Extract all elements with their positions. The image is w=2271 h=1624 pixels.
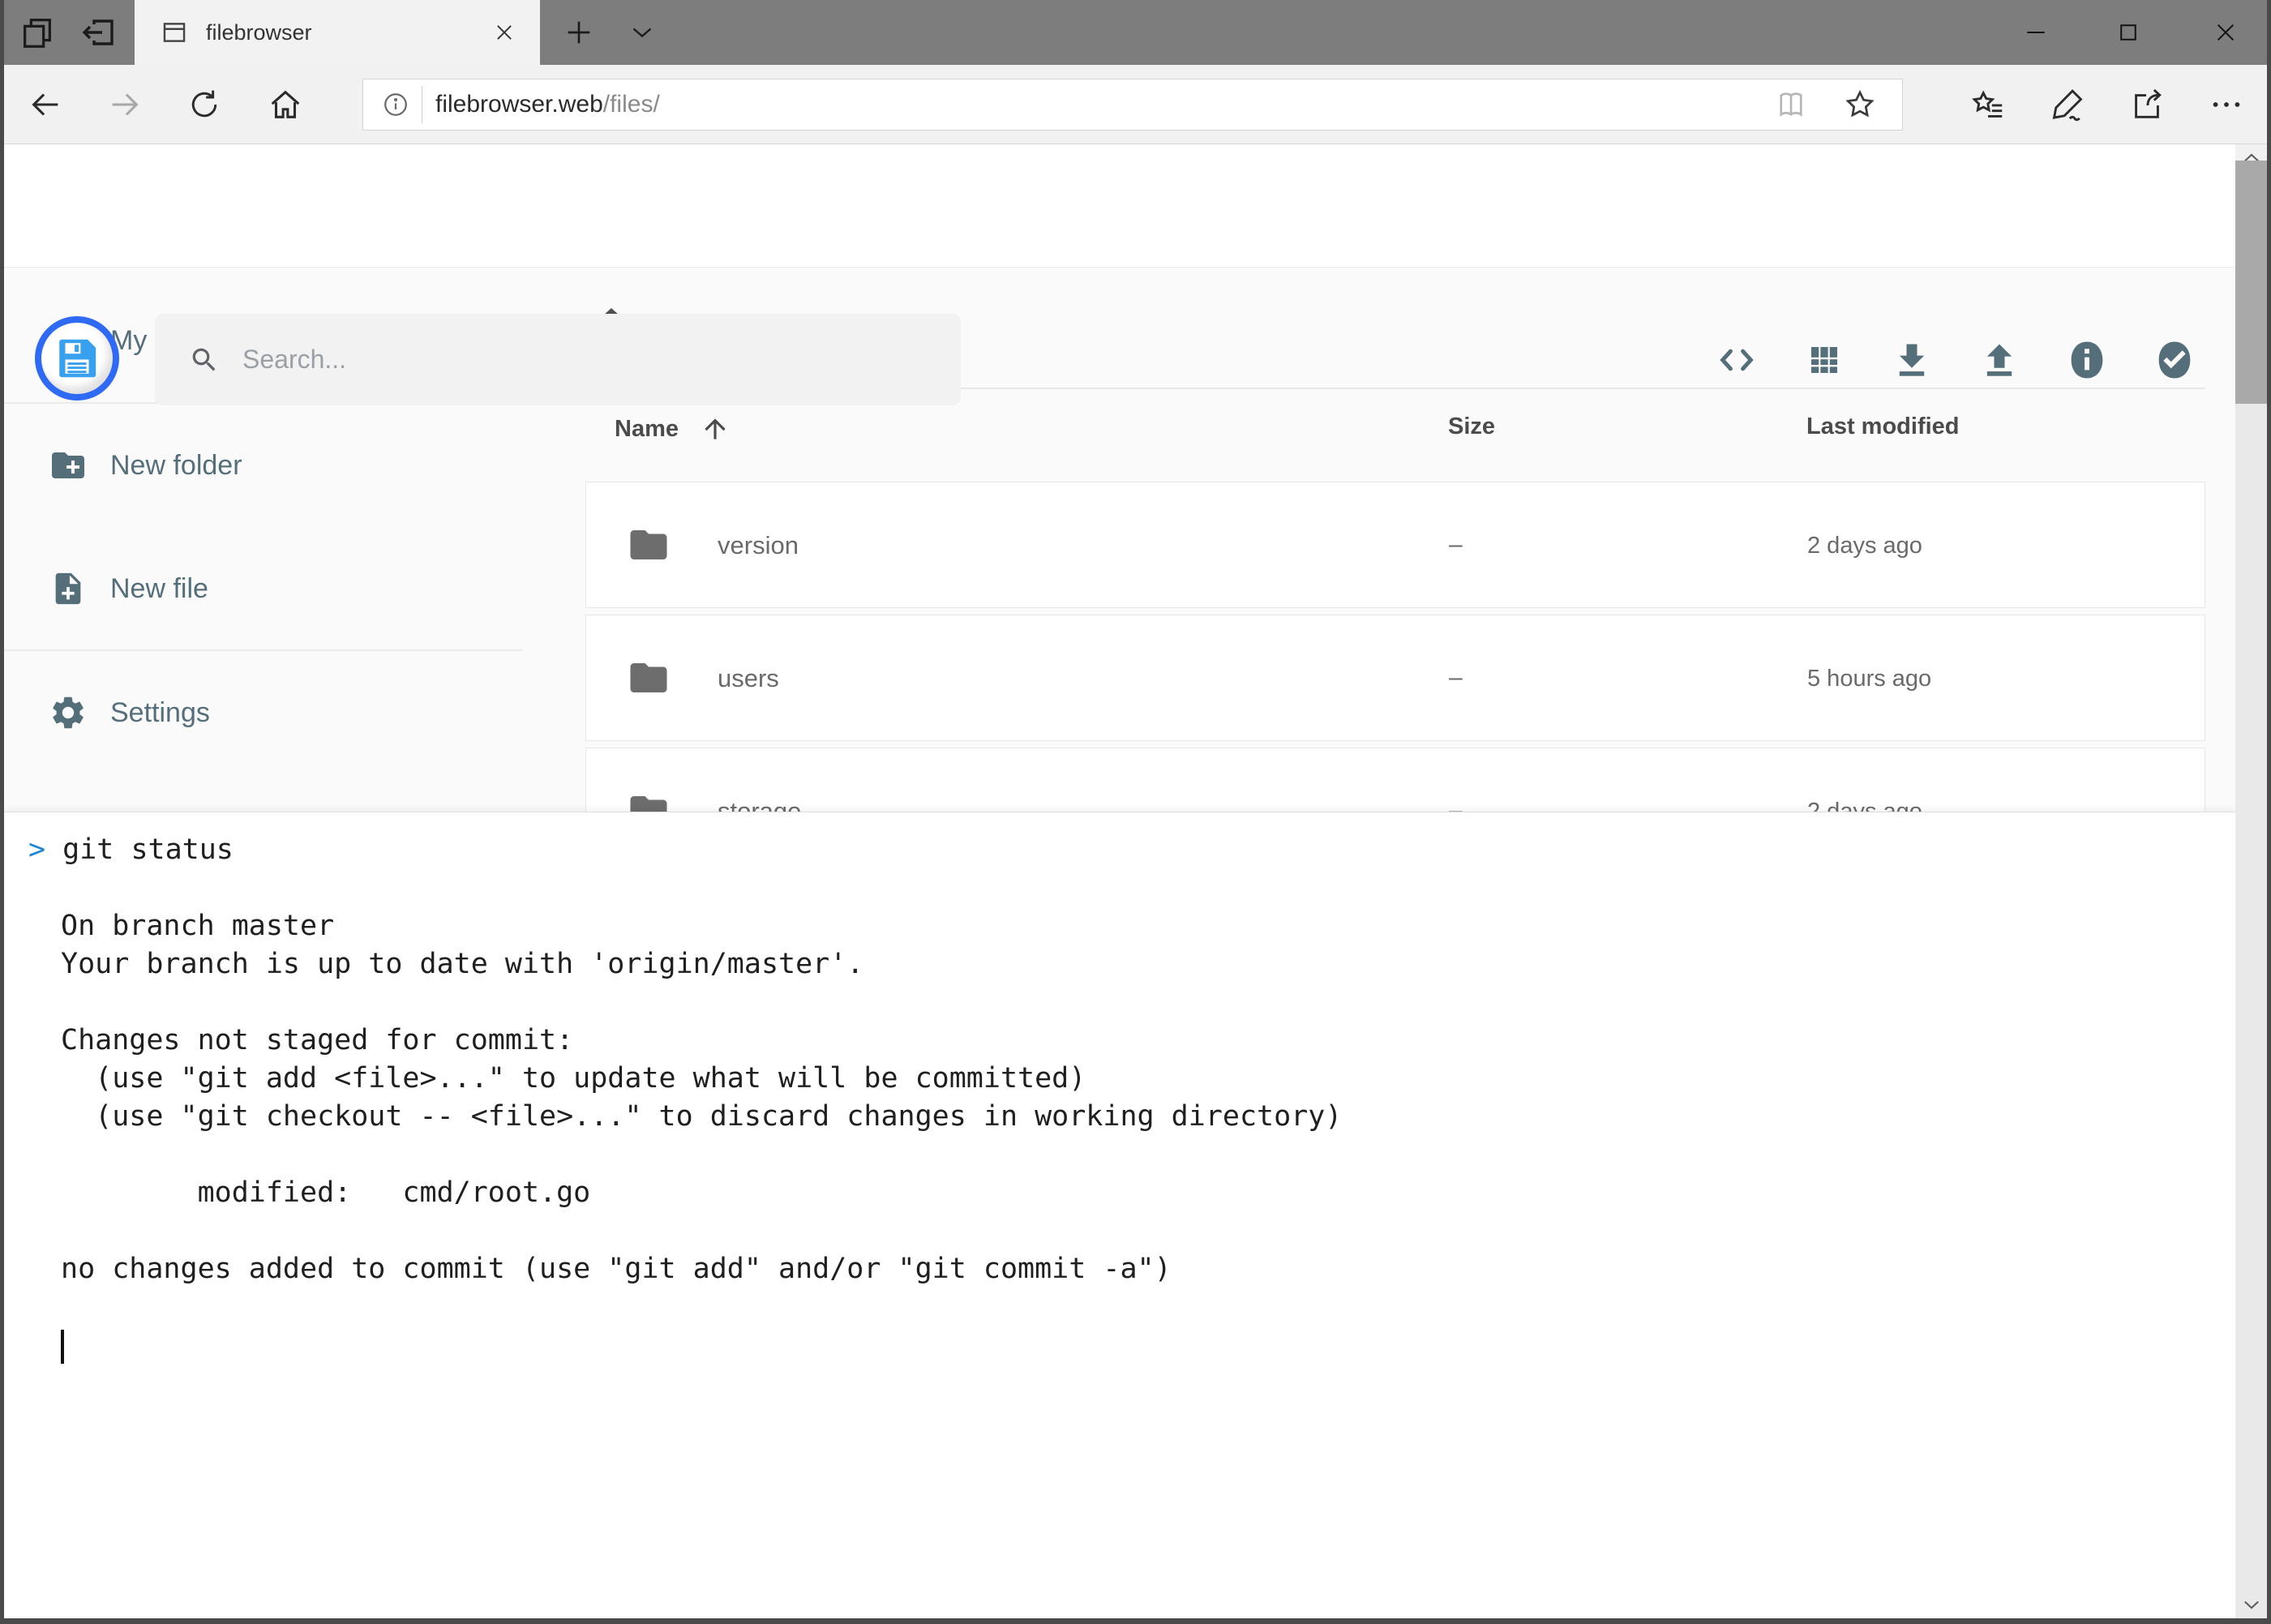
window-border-right <box>2267 0 2271 1624</box>
more-options-icon[interactable] <box>2189 65 2264 144</box>
file-name: users <box>718 664 779 693</box>
column-header-modified[interactable]: Last modified <box>1806 413 1960 440</box>
tab-close-icon[interactable] <box>493 21 516 44</box>
terminal-output-line <box>28 1212 2235 1250</box>
check-circle-icon[interactable] <box>2150 336 2199 384</box>
folder-icon <box>627 523 671 567</box>
scrollbar-thumb[interactable] <box>2235 161 2267 404</box>
folder-plus-icon <box>49 446 88 485</box>
code-icon[interactable] <box>1712 336 1761 384</box>
address-bar[interactable]: filebrowser.web/files/ <box>362 79 1903 131</box>
filebrowser-logo <box>35 316 119 401</box>
sidebar-item-label: Settings <box>110 697 210 729</box>
terminal-output-line <box>28 983 2235 1022</box>
home-icon[interactable] <box>248 65 323 144</box>
file-size: – <box>1449 531 1463 559</box>
search-icon <box>189 345 220 375</box>
set-tabs-aside-icon[interactable] <box>68 0 130 65</box>
sidebar-item-settings[interactable]: Settings <box>0 668 523 757</box>
scroll-down-icon[interactable] <box>2235 1591 2267 1618</box>
reading-view-icon[interactable] <box>1774 88 1808 122</box>
terminal-prompt-line: > git status <box>28 831 2235 869</box>
forward-icon[interactable] <box>88 65 162 144</box>
app-header <box>4 144 2235 268</box>
refresh-icon[interactable] <box>167 65 242 144</box>
sidebar-divider <box>3 649 523 651</box>
back-icon[interactable] <box>8 65 83 144</box>
tab-favicon-icon <box>161 19 188 46</box>
gear-icon <box>49 693 88 732</box>
window-border-bottom <box>0 1618 2271 1624</box>
prompt-chevron-icon: > <box>28 833 45 866</box>
terminal-output-line <box>28 869 2235 907</box>
terminal-output-line <box>28 1288 2235 1326</box>
file-name: version <box>718 531 799 560</box>
floppy-disk-icon <box>54 335 101 382</box>
url-host: filebrowser.web <box>435 91 603 118</box>
sidebar-item-label: New folder <box>110 450 242 482</box>
maximize-icon[interactable] <box>2094 0 2162 65</box>
folder-icon <box>627 656 671 700</box>
browser-window: filebrowser <box>0 0 2271 1624</box>
terminal-command: git status <box>62 833 234 866</box>
terminal-output-line: Your branch is up to date with 'origin/m… <box>28 945 2235 983</box>
sort-ascending-icon <box>700 413 731 444</box>
url-path: /files/ <box>603 91 660 118</box>
window-border-left <box>0 0 4 1624</box>
hub-icon[interactable] <box>1951 65 2025 144</box>
tab-list-icon[interactable] <box>611 0 673 65</box>
favorite-star-icon[interactable] <box>1842 87 1878 122</box>
share-icon[interactable] <box>2110 65 2184 144</box>
tab-bar: filebrowser <box>0 0 2271 65</box>
file-modified: 5 hours ago <box>1807 666 1931 692</box>
browser-tab[interactable]: filebrowser <box>135 0 540 65</box>
new-tab-icon[interactable] <box>548 0 610 65</box>
terminal-output-line: no changes added to commit (use "git add… <box>28 1250 2235 1288</box>
annotate-pen-icon[interactable] <box>2030 65 2105 144</box>
tab-title: filebrowser <box>206 20 493 45</box>
sidebar-item-new-file[interactable]: New file <box>0 544 523 633</box>
grid-view-icon[interactable] <box>1800 336 1849 384</box>
search-input[interactable] <box>242 345 891 375</box>
site-info-icon[interactable] <box>381 90 410 119</box>
download-icon[interactable] <box>1888 336 1936 384</box>
file-row-users[interactable]: users – 5 hours ago <box>585 615 2205 741</box>
file-row-version[interactable]: version – 2 days ago <box>585 482 2205 608</box>
browser-toolbar: filebrowser.web/files/ <box>0 65 2271 144</box>
terminal-output-line: Changes not staged for commit: <box>28 1022 2235 1060</box>
column-header-size[interactable]: Size <box>1448 413 1495 440</box>
terminal-output-line <box>28 1136 2235 1174</box>
sidebar-item-label: New file <box>110 573 208 605</box>
terminal-panel[interactable]: > git status On branch master Your branc… <box>4 812 2235 1618</box>
minimize-icon[interactable] <box>2002 0 2070 65</box>
file-modified: 2 days ago <box>1807 533 1922 559</box>
column-header-name[interactable]: Name <box>615 413 731 444</box>
terminal-output-line: (use "git checkout -- <file>..." to disc… <box>28 1098 2235 1136</box>
page-scrollbar[interactable] <box>2235 144 2267 1618</box>
info-icon[interactable] <box>2063 336 2111 384</box>
file-plus-icon <box>49 569 88 608</box>
terminal-output-line: modified: cmd/root.go <box>28 1174 2235 1212</box>
terminal-output-line: (use "git add <file>..." to update what … <box>28 1060 2235 1098</box>
sidebar-item-new-folder[interactable]: New folder <box>0 421 523 510</box>
terminal-output-line: On branch master <box>28 907 2235 945</box>
terminal-cursor <box>61 1330 64 1364</box>
close-icon[interactable] <box>2192 0 2260 65</box>
search-bar[interactable] <box>155 314 961 405</box>
file-size: – <box>1449 664 1463 692</box>
tab-preview-icon[interactable] <box>6 0 68 65</box>
upload-icon[interactable] <box>1975 336 2024 384</box>
